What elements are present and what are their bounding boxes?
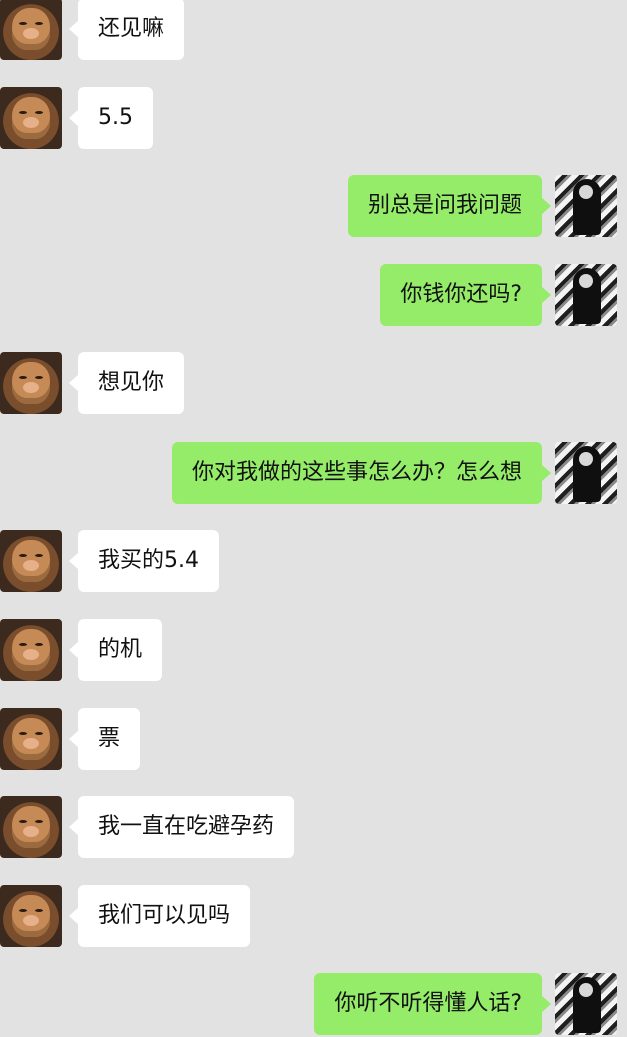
manga-avatar-icon[interactable] — [555, 973, 617, 1035]
message-bubble[interactable]: 你听不听得懂人话? — [314, 973, 551, 1035]
message-bubble[interactable]: 我们可以见吗 — [68, 885, 251, 947]
message-bubble[interactable]: 的机 — [68, 619, 163, 681]
message-bubble[interactable]: 还见嘛 — [68, 0, 185, 60]
message-bubble[interactable]: 我买的5.4 — [69, 530, 219, 592]
pig-avatar-icon[interactable] — [0, 885, 62, 947]
message-row-incoming: 我们可以见吗 — [0, 885, 627, 949]
message-bubble[interactable]: 5.5 — [69, 87, 153, 149]
pig-avatar-icon[interactable] — [0, 352, 62, 414]
message-row-outgoing: 你听不听得懂人话? — [0, 973, 627, 1037]
manga-avatar-icon[interactable] — [555, 264, 617, 326]
message-bubble[interactable]: 你钱你还吗? — [380, 264, 551, 326]
pig-avatar-icon[interactable] — [0, 0, 62, 60]
message-row-outgoing: 别总是问我问题 — [0, 175, 627, 239]
message-bubble[interactable]: 我一直在吃避孕药 — [68, 796, 295, 858]
pig-avatar-icon[interactable] — [0, 619, 62, 681]
pig-avatar-icon[interactable] — [0, 708, 62, 770]
pig-avatar-icon[interactable] — [0, 796, 62, 858]
pig-avatar-icon[interactable] — [0, 530, 62, 592]
message-row-incoming: 还见嘛 — [0, 0, 627, 62]
message-row-outgoing: 你钱你还吗? — [0, 264, 627, 328]
manga-avatar-icon[interactable] — [555, 442, 617, 504]
message-row-incoming: 我一直在吃避孕药 — [0, 796, 627, 860]
message-bubble[interactable]: 想见你 — [68, 352, 185, 414]
message-row-incoming: 我买的5.4 — [0, 530, 627, 594]
manga-avatar-icon[interactable] — [555, 175, 617, 237]
message-row-incoming: 票 — [0, 708, 627, 772]
message-row-outgoing: 你对我做的这些事怎么办？怎么想 — [0, 442, 627, 506]
chat-message-list[interactable]: 还见嘛 5.5 别总是问我问题 你钱你还吗? 想见你 你对我做的这些事怎么办？怎… — [0, 0, 627, 1035]
pig-avatar-icon[interactable] — [0, 87, 62, 149]
message-row-incoming: 5.5 — [0, 87, 627, 151]
message-row-incoming: 想见你 — [0, 352, 627, 416]
message-bubble[interactable]: 票 — [68, 708, 141, 770]
message-bubble[interactable]: 你对我做的这些事怎么办？怎么想 — [171, 442, 552, 504]
message-row-incoming: 的机 — [0, 619, 627, 683]
message-bubble[interactable]: 别总是问我问题 — [347, 175, 552, 237]
